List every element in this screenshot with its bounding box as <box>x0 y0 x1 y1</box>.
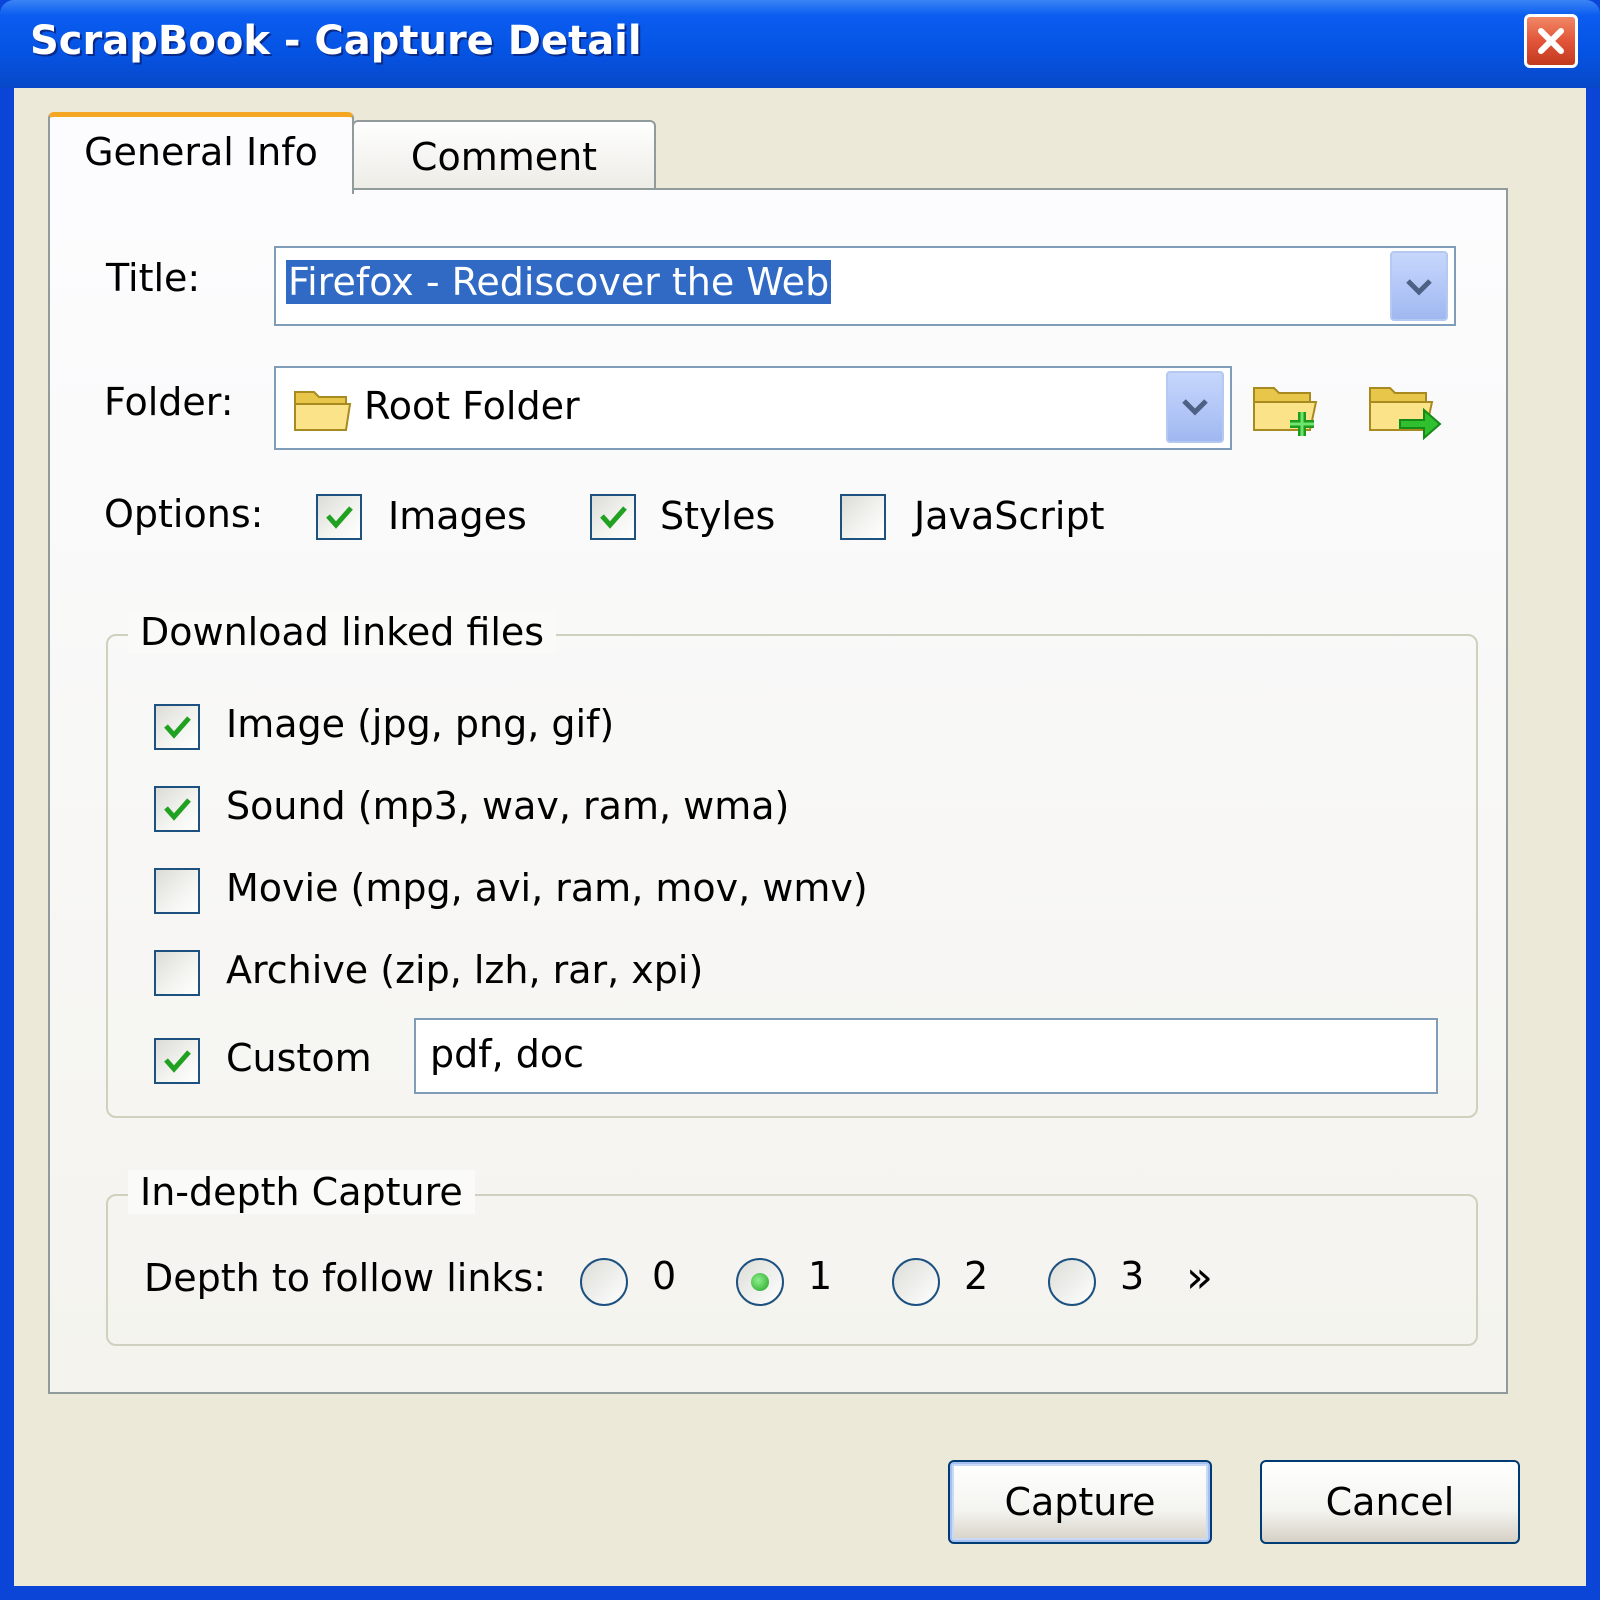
tab-label: General Info <box>84 129 318 174</box>
depth-radio-1-label[interactable]: 1 <box>808 1254 832 1298</box>
movie-files-checkbox[interactable] <box>154 868 200 914</box>
dialog-window: ScrapBook - Capture Detail Comment Gener… <box>0 0 1600 1600</box>
folder-go-icon <box>1369 387 1442 441</box>
chevron-down-icon <box>1182 399 1208 416</box>
folder-add-icon <box>1253 387 1318 436</box>
images-label[interactable]: Images <box>388 494 527 538</box>
folder-dropdown-button[interactable] <box>1166 371 1224 443</box>
tab-label: Comment <box>410 135 598 179</box>
title-dropdown-button[interactable] <box>1390 251 1448 321</box>
sound-files-label[interactable]: Sound (mp3, wav, ram, wma) <box>226 784 789 828</box>
checkmark-icon <box>600 506 627 529</box>
custom-extensions-input[interactable]: pdf, doc <box>414 1018 1438 1094</box>
image-files-checkbox[interactable] <box>154 704 200 750</box>
styles-checkbox[interactable] <box>590 494 636 540</box>
images-checkbox[interactable] <box>316 494 362 540</box>
cancel-button-label: Cancel <box>1325 1480 1455 1524</box>
more-depth-button[interactable]: » <box>1186 1252 1213 1303</box>
title-combobox[interactable]: Firefox - Rediscover the Web <box>274 246 1456 326</box>
cancel-button[interactable]: Cancel <box>1260 1460 1520 1544</box>
title-label: Title: <box>106 256 201 300</box>
radio-selected-dot <box>751 1273 769 1291</box>
movie-files-label[interactable]: Movie (mpg, avi, ram, mov, wmv) <box>226 866 868 910</box>
sound-files-checkbox[interactable] <box>154 786 200 832</box>
depth-label: Depth to follow links: <box>144 1256 547 1300</box>
capture-button[interactable]: Capture <box>948 1460 1212 1544</box>
checkmark-icon <box>164 716 191 739</box>
move-folder-button[interactable] <box>1366 380 1444 441</box>
styles-label[interactable]: Styles <box>660 494 775 538</box>
general-info-panel: Title: Firefox - Rediscover the Web Fold… <box>48 188 1508 1394</box>
title-bar[interactable]: ScrapBook - Capture Detail <box>0 0 1600 88</box>
dialog-client-area: Comment General Info Title: Firefox - Re… <box>14 88 1586 1586</box>
folder-combobox[interactable]: Root Folder <box>274 366 1232 450</box>
custom-files-checkbox[interactable] <box>154 1038 200 1084</box>
depth-radio-1[interactable] <box>736 1258 784 1306</box>
depth-radio-2-label[interactable]: 2 <box>964 1254 988 1298</box>
checkmark-icon <box>326 506 353 529</box>
in-depth-group-legend: In-depth Capture <box>128 1170 475 1214</box>
close-icon <box>1538 28 1564 54</box>
folder-label: Folder: <box>104 380 234 424</box>
javascript-label[interactable]: JavaScript <box>914 494 1104 538</box>
folder-value: Root Folder <box>364 384 580 428</box>
archive-files-checkbox[interactable] <box>154 950 200 996</box>
checkmark-icon <box>164 1050 191 1073</box>
image-files-label[interactable]: Image (jpg, png, gif) <box>226 702 614 746</box>
checkmark-icon <box>164 798 191 821</box>
tab-general-info[interactable]: General Info <box>48 112 354 194</box>
download-group-legend: Download linked files <box>128 610 557 654</box>
archive-files-label[interactable]: Archive (zip, lzh, rar, xpi) <box>226 948 703 992</box>
new-folder-button[interactable] <box>1250 380 1326 440</box>
depth-radio-2[interactable] <box>892 1258 940 1306</box>
window-title: ScrapBook - Capture Detail <box>30 18 642 64</box>
depth-radio-3-label[interactable]: 3 <box>1120 1254 1144 1298</box>
custom-files-label[interactable]: Custom <box>226 1036 372 1080</box>
depth-radio-0[interactable] <box>580 1258 628 1306</box>
javascript-checkbox[interactable] <box>840 494 886 540</box>
options-label: Options: <box>104 492 264 536</box>
depth-radio-3[interactable] <box>1048 1258 1096 1306</box>
title-input[interactable]: Firefox - Rediscover the Web <box>286 260 832 304</box>
tab-comment[interactable]: Comment <box>352 120 656 192</box>
close-button[interactable] <box>1524 14 1578 68</box>
folder-icon <box>294 391 352 431</box>
capture-button-label: Capture <box>1004 1480 1156 1524</box>
depth-radio-0-label[interactable]: 0 <box>652 1254 676 1298</box>
chevron-down-icon <box>1406 279 1432 296</box>
